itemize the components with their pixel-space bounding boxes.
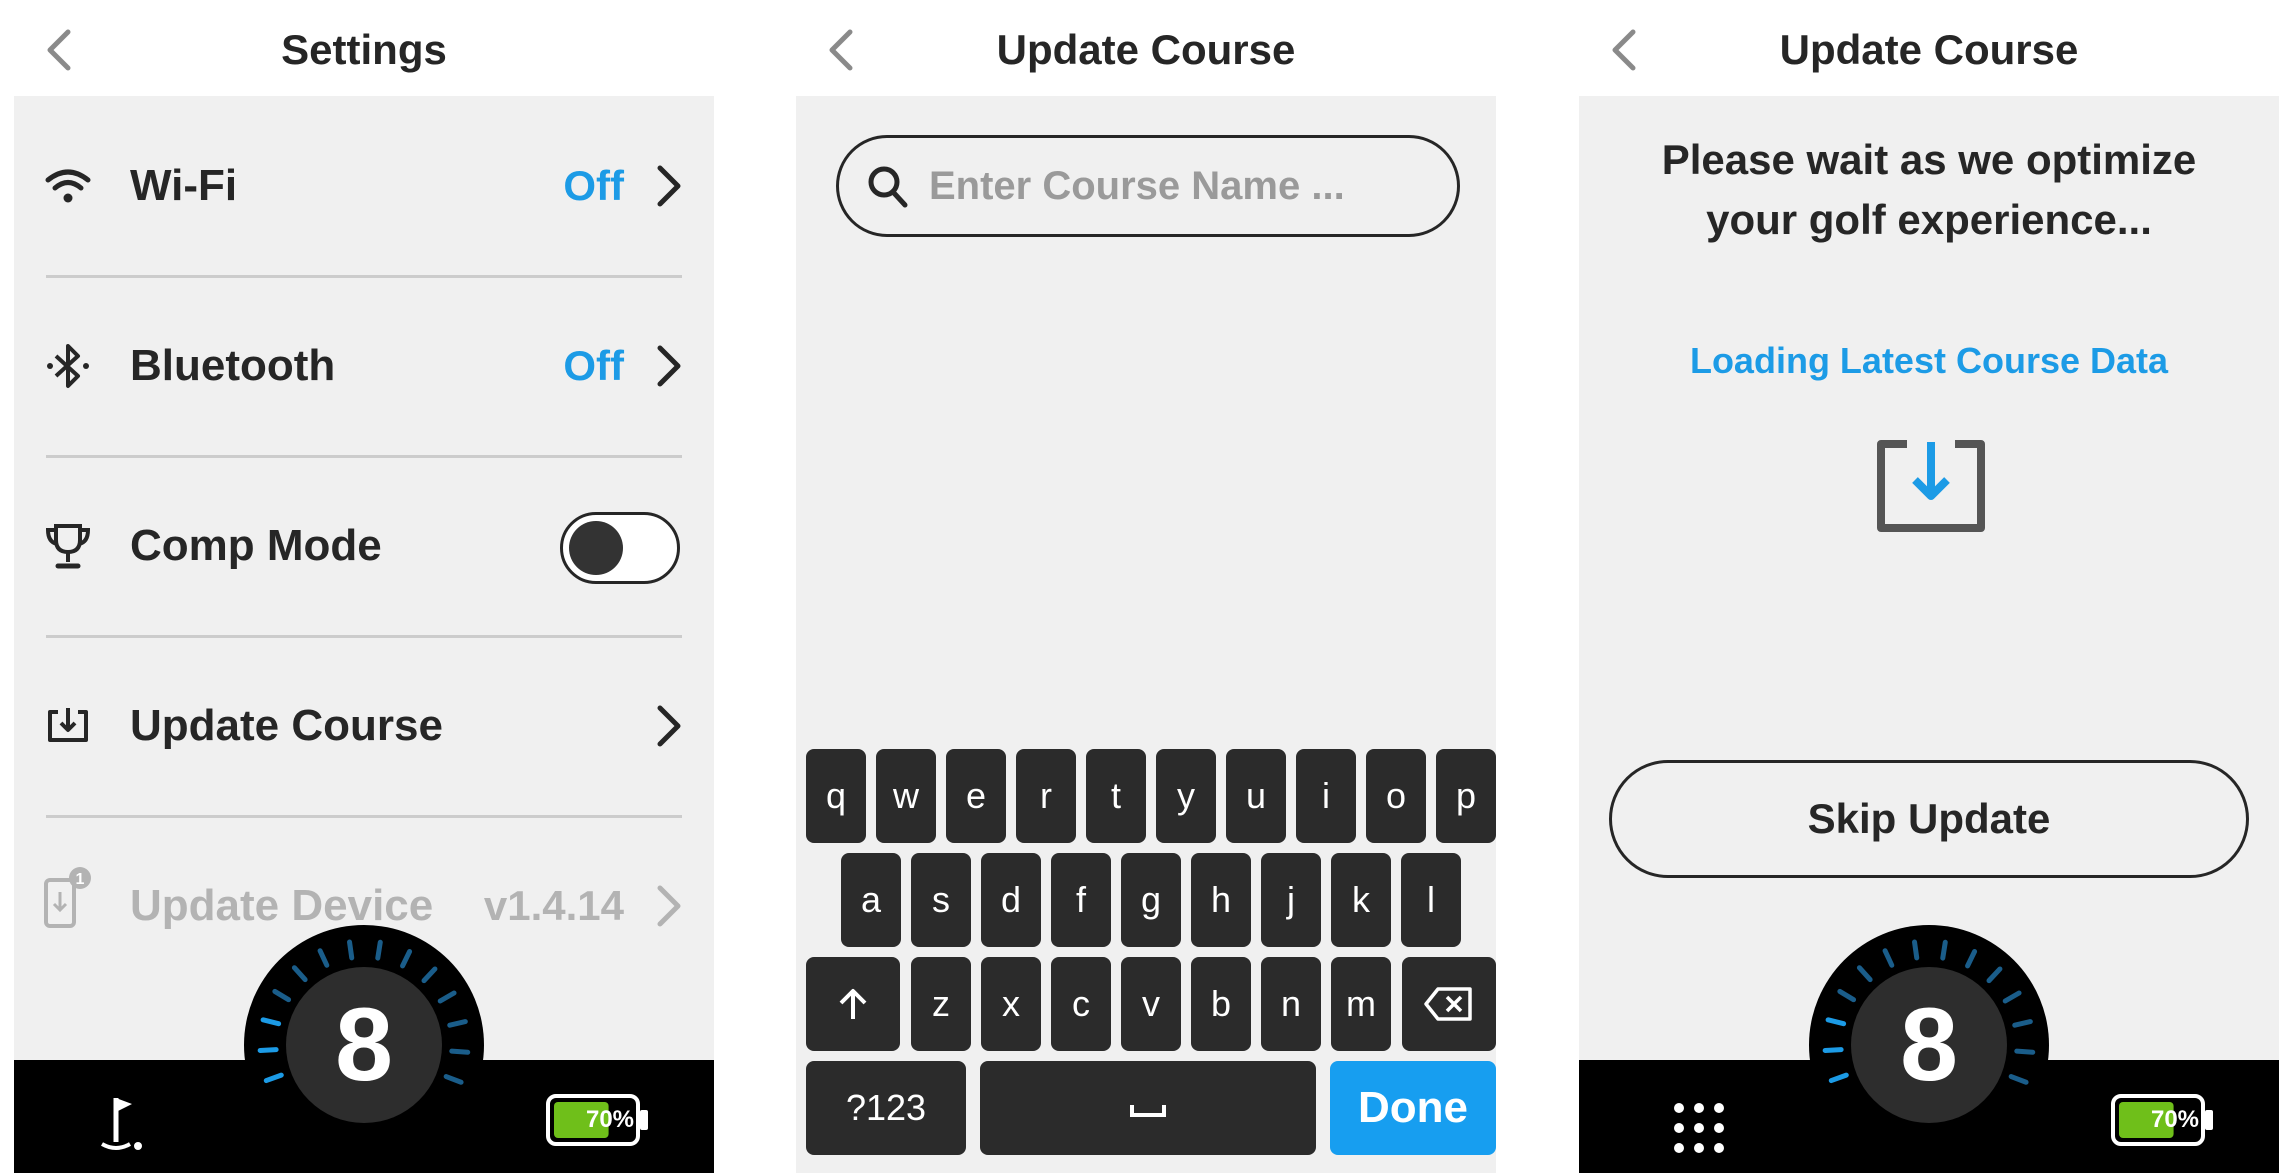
battery-percent: 70% <box>585 1106 635 1133</box>
key-c[interactable]: c <box>1051 957 1111 1051</box>
key-p[interactable]: p <box>1436 749 1496 843</box>
update-course-row[interactable]: Update Course <box>14 636 714 816</box>
bluetooth-row[interactable]: Bluetooth Off <box>14 276 714 456</box>
key-g[interactable]: g <box>1121 853 1181 947</box>
toggle-knob <box>569 521 623 575</box>
space-key[interactable] <box>980 1061 1316 1155</box>
wait-message: Please wait as we optimize your golf exp… <box>1599 130 2259 250</box>
on-screen-keyboard: q w e r t y u i o p a s d f g h j k l z … <box>796 735 1496 1173</box>
shift-arrow-icon <box>839 989 867 1019</box>
backspace-icon <box>1424 987 1472 1021</box>
download-tray-icon <box>48 708 88 742</box>
golf-flag-icon[interactable] <box>94 1090 154 1160</box>
device-version: v1.4.14 <box>483 882 624 929</box>
key-y[interactable]: y <box>1156 749 1216 843</box>
update-course-label: Update Course <box>130 701 443 750</box>
key-t[interactable]: t <box>1086 749 1146 843</box>
key-s[interactable]: s <box>911 853 971 947</box>
header: Update Course <box>1579 0 2279 96</box>
search-box[interactable] <box>836 135 1460 237</box>
key-k[interactable]: k <box>1331 853 1391 947</box>
key-m[interactable]: m <box>1331 957 1391 1051</box>
hole-number: 8 <box>1900 987 1958 1103</box>
space-bar-icon <box>1130 1105 1166 1117</box>
page-title: Update Course <box>1779 26 2079 73</box>
hole-dial[interactable]: 8 <box>1804 920 2054 1170</box>
key-x[interactable]: x <box>981 957 1041 1051</box>
chevron-right-icon <box>657 705 681 747</box>
chevron-right-icon <box>657 345 681 387</box>
search-icon <box>868 166 908 208</box>
key-i[interactable]: i <box>1296 749 1356 843</box>
key-z[interactable]: z <box>911 957 971 1051</box>
settings-list: Wi-Fi Off Bluetooth Off Comp Mode Update… <box>14 96 714 1060</box>
bluetooth-icon <box>47 344 89 388</box>
key-e[interactable]: e <box>946 749 1006 843</box>
loading-status: Loading Latest Course Data <box>1689 340 2169 381</box>
numbers-key[interactable]: ?123 <box>806 1061 966 1155</box>
key-j[interactable]: j <box>1261 853 1321 947</box>
battery-percent: 70% <box>2150 1106 2200 1133</box>
skip-update-button[interactable]: Skip Update <box>1609 760 2249 878</box>
page-title: Update Course <box>996 26 1296 73</box>
course-name-input[interactable] <box>929 138 1439 234</box>
key-q[interactable]: q <box>806 749 866 843</box>
trophy-icon <box>45 524 91 569</box>
key-l[interactable]: l <box>1401 853 1461 947</box>
key-f[interactable]: f <box>1051 853 1111 947</box>
wait-message-line-2: your golf experience... <box>1706 196 2152 243</box>
wifi-row[interactable]: Wi-Fi Off <box>14 96 714 276</box>
header: Settings <box>14 0 714 96</box>
header: Update Course <box>796 0 1496 96</box>
chevron-right-icon <box>657 885 681 927</box>
menu-grid-icon[interactable] <box>1669 1098 1729 1158</box>
settings-screen: Settings Wi-Fi Off Bluetooth Off Comp Mo… <box>14 0 714 1173</box>
comp-mode-toggle[interactable] <box>560 512 680 584</box>
comp-mode-row: Comp Mode <box>14 456 714 636</box>
done-button[interactable]: Done <box>1330 1061 1496 1155</box>
bluetooth-label: Bluetooth <box>130 341 336 390</box>
update-badge: 1 <box>76 871 85 888</box>
course-update-loading-screen: Update Course Please wait as we optimize… <box>1579 0 2279 1173</box>
key-h[interactable]: h <box>1191 853 1251 947</box>
key-a[interactable]: a <box>841 853 901 947</box>
course-search-screen: Update Course q w e r t y u i o p a s d … <box>796 0 1496 1173</box>
key-u[interactable]: u <box>1226 749 1286 843</box>
wait-message-line-1: Please wait as we optimize <box>1661 136 2197 183</box>
key-d[interactable]: d <box>981 853 1041 947</box>
key-o[interactable]: o <box>1366 749 1426 843</box>
download-icon <box>1877 440 1985 532</box>
hole-dial[interactable]: 8 <box>239 920 489 1170</box>
wifi-label: Wi-Fi <box>130 161 238 210</box>
key-r[interactable]: r <box>1016 749 1076 843</box>
bluetooth-status: Off <box>563 342 624 389</box>
wifi-status: Off <box>563 162 624 209</box>
key-v[interactable]: v <box>1121 957 1181 1051</box>
chevron-right-icon <box>657 165 681 207</box>
hole-number: 8 <box>335 987 393 1103</box>
key-n[interactable]: n <box>1261 957 1321 1051</box>
shift-key[interactable] <box>806 957 900 1051</box>
backspace-key[interactable] <box>1402 957 1496 1051</box>
key-b[interactable]: b <box>1191 957 1251 1051</box>
comp-mode-label: Comp Mode <box>130 521 382 570</box>
wifi-icon <box>45 169 91 203</box>
key-w[interactable]: w <box>876 749 936 843</box>
device-update-icon: 1 <box>44 867 91 928</box>
page-title: Settings <box>281 26 447 73</box>
